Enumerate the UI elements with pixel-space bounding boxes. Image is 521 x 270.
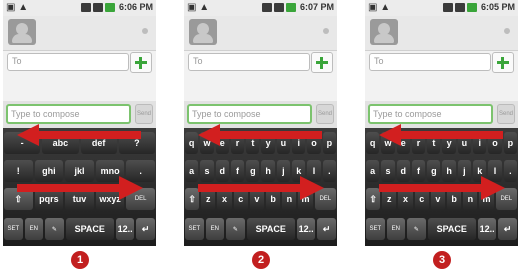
symbols-key[interactable]: 12.. xyxy=(296,218,316,240)
send-button[interactable]: Send xyxy=(135,104,153,124)
keyboard-row: SET EN ✎ SPACE 12.. ↵ xyxy=(365,216,518,242)
header-dot-icon xyxy=(504,28,510,34)
recipient-row: To xyxy=(3,51,156,73)
recipient-row: To xyxy=(365,51,518,73)
message-header xyxy=(365,16,518,51)
status-bar: ▣ ▲ 6:07 PM xyxy=(184,0,337,16)
notification-icons: ▣ ▲ xyxy=(368,2,391,13)
add-recipient-button[interactable] xyxy=(311,52,333,73)
compose-field[interactable]: Type to compose xyxy=(6,104,131,124)
settings-key[interactable]: SET xyxy=(185,218,204,240)
space-key[interactable]: SPACE xyxy=(65,218,114,240)
add-recipient-button[interactable] xyxy=(492,52,514,73)
battery-icon xyxy=(466,2,477,12)
status-time: 6:05 PM xyxy=(480,2,515,12)
language-key[interactable]: EN xyxy=(24,218,44,240)
settings-key[interactable]: SET xyxy=(4,218,23,240)
message-area xyxy=(365,73,518,101)
key[interactable]: p xyxy=(503,132,517,154)
phone-screen-3: ▣ ▲ 6:05 PM To Type to compose Send q w … xyxy=(365,0,518,246)
phone-screen-1: ▣ ▲ 6:06 PM To Type to compose Send - ab… xyxy=(3,0,156,246)
handwriting-key[interactable]: ✎ xyxy=(407,218,426,240)
compose-placeholder: Type to compose xyxy=(11,109,80,119)
swipe-right-arrow-icon xyxy=(379,176,505,200)
language-key[interactable]: EN xyxy=(205,218,225,240)
swipe-left-arrow-icon xyxy=(198,124,322,146)
message-header xyxy=(3,16,156,51)
to-placeholder: To xyxy=(374,56,384,66)
message-area xyxy=(3,73,156,101)
signal-icon xyxy=(273,2,284,12)
battery-icon xyxy=(104,2,115,12)
key[interactable]: . xyxy=(503,160,517,182)
compose-placeholder: Type to compose xyxy=(192,109,261,119)
keyboard-row: SET EN ✎ SPACE 12.. ↵ xyxy=(184,216,337,242)
to-field[interactable]: To xyxy=(7,53,129,71)
contact-avatar-icon xyxy=(8,19,36,45)
header-dot-icon xyxy=(323,28,329,34)
recipient-row: To xyxy=(184,51,337,73)
swipe-left-arrow-icon xyxy=(17,124,141,146)
key[interactable]: q xyxy=(366,132,380,154)
to-field[interactable]: To xyxy=(369,53,491,71)
space-key[interactable]: SPACE xyxy=(427,218,476,240)
enter-key[interactable]: ↵ xyxy=(136,218,155,240)
step-badge-1: 1 xyxy=(71,251,89,269)
signal-icon xyxy=(92,2,103,12)
signal-icon xyxy=(454,2,465,12)
header-dot-icon xyxy=(142,28,148,34)
message-header xyxy=(184,16,337,51)
handwriting-key[interactable]: ✎ xyxy=(45,218,64,240)
compose-placeholder: Type to compose xyxy=(373,109,442,119)
send-button[interactable]: Send xyxy=(316,104,334,124)
phone-screen-2: ▣ ▲ 6:07 PM To Type to compose Send q w … xyxy=(184,0,337,246)
handwriting-key[interactable]: ✎ xyxy=(226,218,245,240)
key[interactable]: p xyxy=(322,132,336,154)
compose-field[interactable]: Type to compose xyxy=(368,104,493,124)
swipe-right-arrow-icon xyxy=(17,176,143,200)
key[interactable]: a xyxy=(366,160,380,182)
space-key[interactable]: SPACE xyxy=(246,218,295,240)
keyboard-row: SET EN ✎ SPACE 12.. ↵ xyxy=(3,216,156,242)
status-bar: ▣ ▲ 6:05 PM xyxy=(365,0,518,16)
send-button[interactable]: Send xyxy=(497,104,515,124)
status-indicators: 6:07 PM xyxy=(261,2,334,12)
symbols-key[interactable]: 12.. xyxy=(115,218,135,240)
status-time: 6:07 PM xyxy=(299,2,334,12)
add-recipient-button[interactable] xyxy=(130,52,152,73)
message-area xyxy=(184,73,337,101)
key[interactable]: a xyxy=(185,160,199,182)
status-bar: ▣ ▲ 6:06 PM xyxy=(3,0,156,16)
network-icon xyxy=(80,2,91,12)
swipe-right-arrow-icon xyxy=(198,176,324,200)
swipe-left-arrow-icon xyxy=(379,124,503,146)
step-badge-2: 2 xyxy=(252,251,270,269)
status-time: 6:06 PM xyxy=(118,2,153,12)
contact-avatar-icon xyxy=(370,19,398,45)
settings-key[interactable]: SET xyxy=(366,218,385,240)
symbols-key[interactable]: 12.. xyxy=(477,218,497,240)
enter-key[interactable]: ↵ xyxy=(498,218,517,240)
compose-field[interactable]: Type to compose xyxy=(187,104,312,124)
notification-icons: ▣ ▲ xyxy=(6,2,29,13)
contact-avatar-icon xyxy=(189,19,217,45)
to-field[interactable]: To xyxy=(188,53,310,71)
battery-icon xyxy=(285,2,296,12)
language-key[interactable]: EN xyxy=(386,218,406,240)
step-badge-3: 3 xyxy=(433,251,451,269)
to-placeholder: To xyxy=(193,56,203,66)
network-icon xyxy=(261,2,272,12)
enter-key[interactable]: ↵ xyxy=(317,218,336,240)
key[interactable]: . xyxy=(322,160,336,182)
status-indicators: 6:05 PM xyxy=(442,2,515,12)
to-placeholder: To xyxy=(12,56,22,66)
notification-icons: ▣ ▲ xyxy=(187,2,210,13)
network-icon xyxy=(442,2,453,12)
status-indicators: 6:06 PM xyxy=(80,2,153,12)
key[interactable]: q xyxy=(185,132,199,154)
